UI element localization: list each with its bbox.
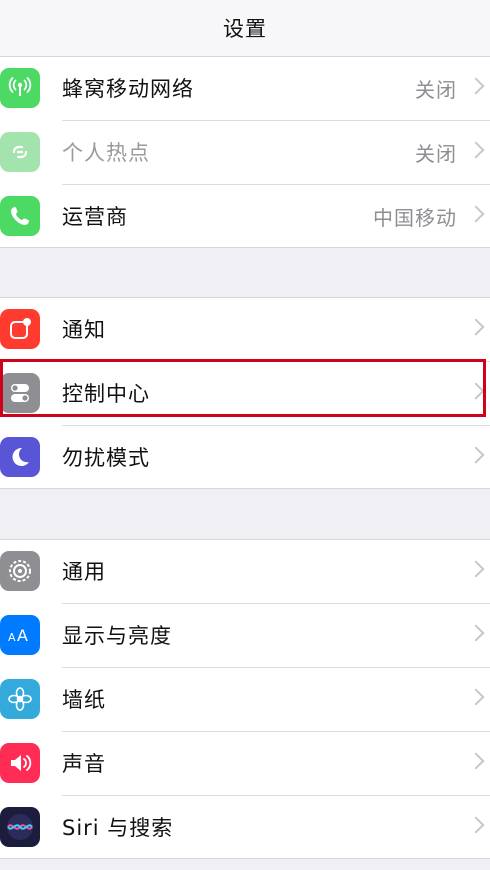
settings-row-label: 运营商	[62, 205, 128, 229]
chevron-right-icon	[467, 382, 485, 400]
chevron-right-icon	[467, 141, 485, 159]
settings-row-do-not-disturb[interactable]: 勿扰模式	[0, 425, 490, 489]
settings-row-label: 声音	[62, 752, 106, 776]
moon-icon	[0, 437, 40, 477]
gear-icon	[0, 551, 40, 591]
settings-row-label: 个人热点	[62, 141, 150, 165]
chevron-right-icon	[467, 688, 485, 706]
settings-row-wallpaper[interactable]: 墙纸	[0, 667, 490, 731]
chevron-right-icon	[467, 752, 485, 770]
settings-row-label: 通用	[62, 560, 106, 584]
antenna-icon	[0, 68, 40, 108]
link-icon	[0, 132, 40, 172]
chevron-right-icon	[467, 318, 485, 336]
settings-row-hotspot[interactable]: 个人热点 关闭	[0, 120, 490, 184]
chevron-right-icon	[467, 205, 485, 223]
svg-text:A: A	[8, 631, 16, 644]
settings-row-notifications[interactable]: 通知	[0, 297, 490, 361]
settings-row-general[interactable]: 通用	[0, 539, 490, 603]
notification-icon	[0, 309, 40, 349]
settings-row-label: 显示与亮度	[62, 624, 172, 648]
chevron-right-icon	[467, 816, 485, 834]
settings-row-value: 关闭	[415, 77, 457, 102]
settings-row-siri[interactable]: Siri 与搜索	[0, 795, 490, 859]
settings-row-label: 勿扰模式	[62, 446, 150, 470]
settings-row-control-center[interactable]: 控制中心	[0, 361, 490, 425]
settings-row-label: 墙纸	[62, 688, 106, 712]
chevron-right-icon	[467, 560, 485, 578]
navigation-bar: 设置	[0, 0, 490, 57]
settings-row-display[interactable]: AA 显示与亮度	[0, 603, 490, 667]
phone-icon	[0, 196, 40, 236]
settings-row-label: 蜂窝移动网络	[62, 77, 194, 101]
speaker-icon	[0, 743, 40, 783]
chevron-right-icon	[467, 446, 485, 464]
settings-row-cellular[interactable]: 蜂窝移动网络 关闭	[0, 56, 490, 120]
settings-row-carrier[interactable]: 运营商 中国移动	[0, 184, 490, 248]
flower-icon	[0, 679, 40, 719]
system-group: 通知 控制中心 勿扰模式	[0, 297, 490, 489]
settings-row-label: 控制中心	[62, 382, 150, 406]
text-size-icon: AA	[0, 615, 40, 655]
settings-row-sounds[interactable]: 声音	[0, 731, 490, 795]
svg-text:A: A	[17, 626, 28, 645]
settings-row-label: 通知	[62, 318, 106, 342]
siri-icon	[0, 807, 40, 847]
toggle-icon	[0, 373, 40, 413]
page-title: 设置	[223, 17, 267, 41]
settings-row-label: Siri 与搜索	[62, 816, 174, 840]
settings-row-value: 关闭	[415, 141, 457, 166]
chevron-right-icon	[467, 624, 485, 642]
general-group: 通用 AA 显示与亮度 墙纸 声音 Siri 与搜索	[0, 539, 490, 859]
settings-row-value: 中国移动	[373, 205, 457, 230]
chevron-right-icon	[467, 77, 485, 95]
network-group: 蜂窝移动网络 关闭 个人热点 关闭 运营商 中国移动	[0, 56, 490, 248]
